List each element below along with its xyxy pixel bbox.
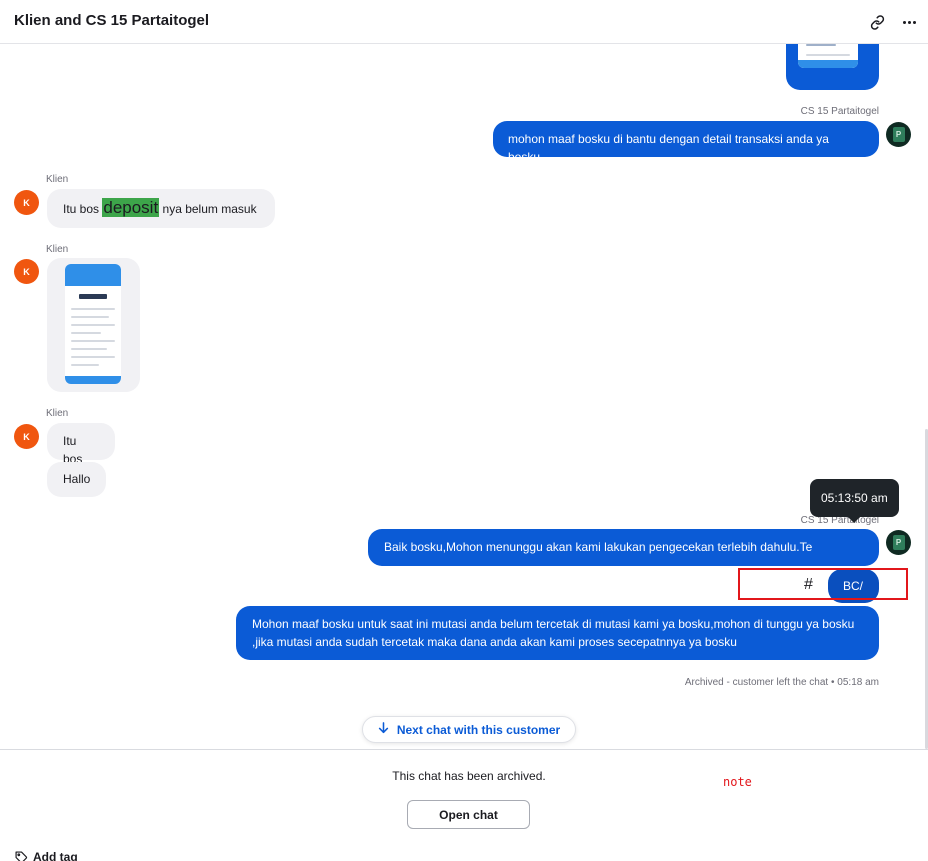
agent-avatar-letter: P (892, 535, 905, 550)
message-author: Klien (46, 244, 69, 255)
status-text: Archived - customer left the chat (684, 677, 829, 688)
image-thumbnail (798, 44, 858, 68)
arrow-down-icon (378, 722, 389, 737)
tag-icon (15, 850, 28, 861)
status-separator: • (831, 677, 835, 688)
agent-avatar: P (886, 530, 911, 555)
message-author: Klien (46, 408, 69, 419)
message-text: Itu bos (63, 202, 103, 216)
chat-title: Klien and CS 15 Partaitogel (14, 12, 210, 29)
agent-avatar: P (886, 122, 911, 147)
chat-header: Klien and CS 15 Partaitogel (0, 0, 928, 44)
customer-message: Itu bos deposit nya belum masuk (47, 189, 275, 228)
message-author: Klien (46, 174, 69, 185)
customer-image-message[interactable] (47, 258, 140, 392)
message-line: ,jika mutasi anda sudah tercetak maka da… (252, 635, 737, 649)
chat-status: Archived - customer left the chat • 05:1… (685, 677, 879, 688)
message-text: nya belum masuk (159, 202, 257, 216)
chat-messages[interactable]: CS 15 Partaitogel mohon maaf bosku di ba… (0, 44, 928, 749)
customer-avatar: K (14, 190, 39, 215)
open-chat-button[interactable]: Open chat (407, 800, 530, 829)
customer-message: Itu bos (47, 423, 115, 466)
agent-message: Mohon maaf bosku untuk saat ini mutasi a… (236, 606, 879, 660)
agent-image-message[interactable] (786, 44, 879, 90)
agent-message: mohon maaf bosku di bantu dengan detail … (493, 121, 879, 164)
archived-notice: This chat has been archived. (392, 769, 546, 783)
add-tag-label: Add tag (33, 850, 78, 861)
message-line: Mohon maaf bosku untuk saat ini mutasi a… (252, 617, 855, 631)
customer-avatar: K (14, 259, 39, 284)
image-thumbnail (65, 264, 121, 384)
annotation-box (738, 568, 908, 600)
more-horizontal-icon[interactable] (899, 12, 919, 32)
link-icon[interactable] (867, 12, 887, 32)
agent-message: Baik bosku,Mohon menunggu akan kami laku… (368, 529, 879, 566)
add-tag-button[interactable]: Add tag (15, 850, 78, 861)
timestamp-tooltip: 05:13:50 am (810, 479, 899, 523)
highlighted-word: deposit (102, 198, 160, 217)
next-chat-label: Next chat with this customer (396, 722, 561, 737)
status-time: 05:18 am (837, 677, 879, 688)
agent-avatar-letter: P (892, 127, 905, 142)
message-author: CS 15 Partaitogel (800, 106, 879, 117)
chat-footer: This chat has been archived. note Open c… (0, 749, 928, 861)
annotation-note: note (723, 775, 752, 789)
customer-avatar: K (14, 424, 39, 449)
next-chat-button[interactable]: Next chat with this customer (362, 716, 576, 743)
customer-message: Hallo (47, 462, 106, 497)
